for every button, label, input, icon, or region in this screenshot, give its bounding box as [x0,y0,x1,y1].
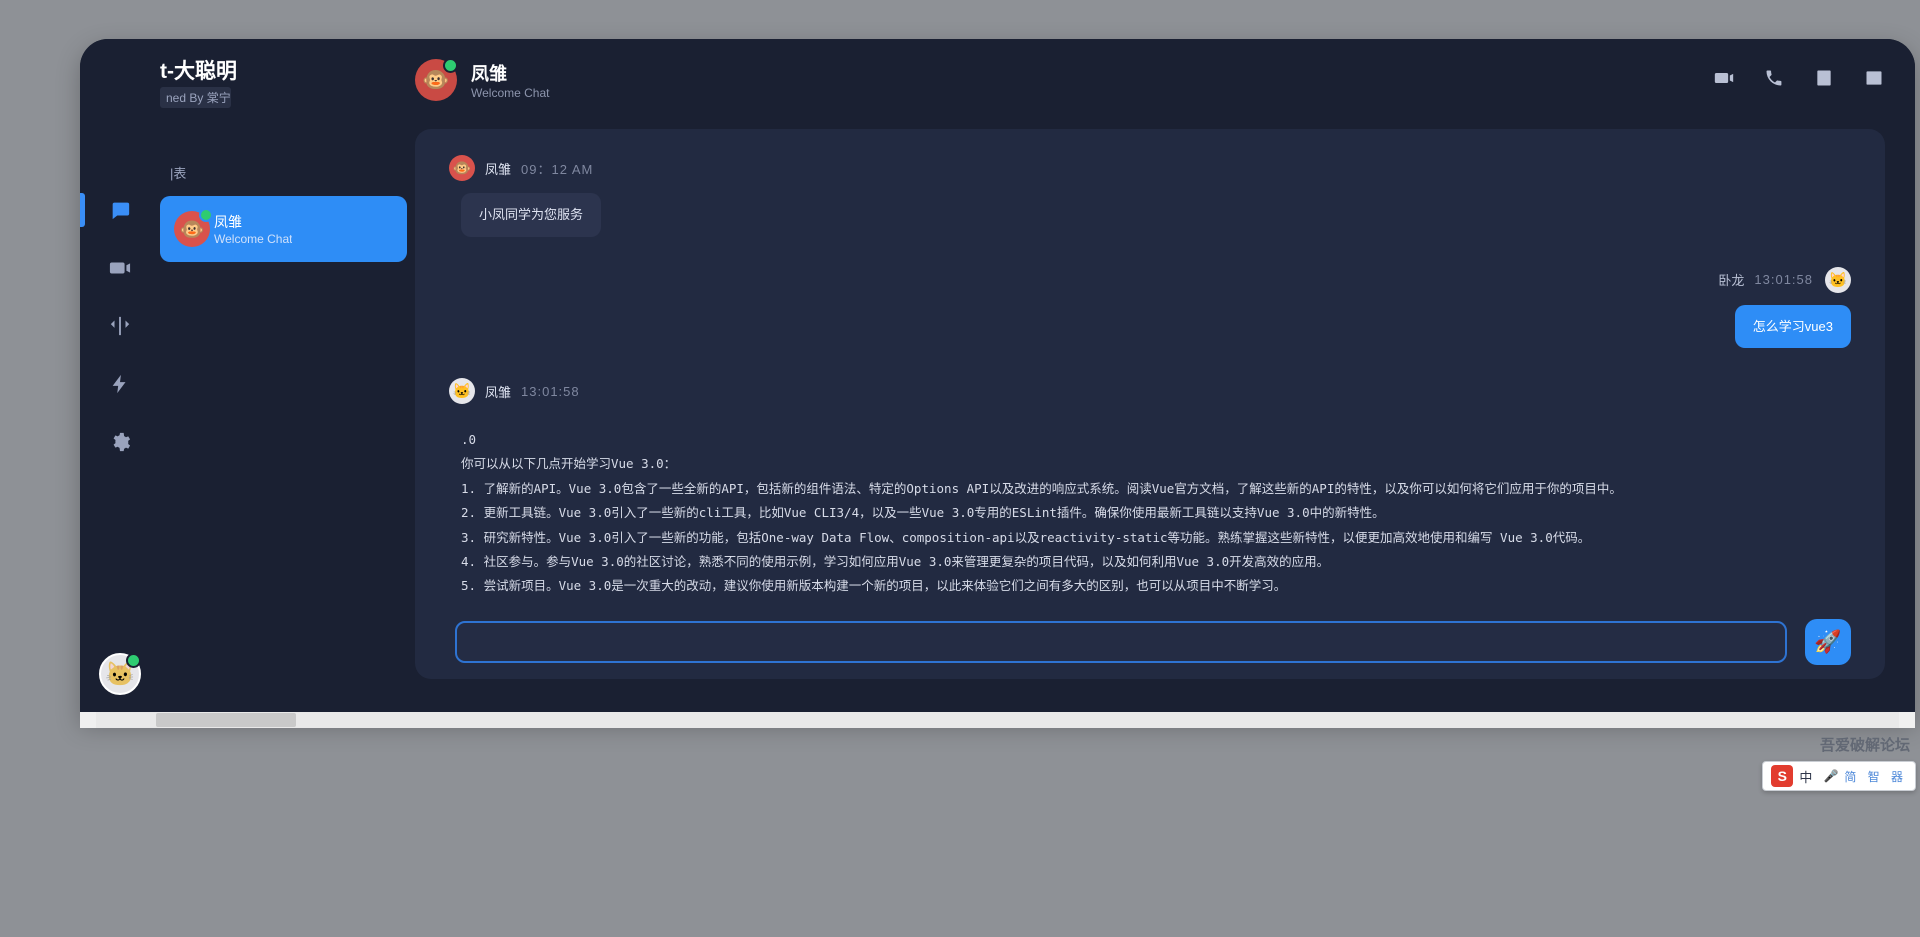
signal-icon [109,315,131,337]
video-icon [1713,68,1735,88]
message-sender: 凤雏 [485,159,511,178]
nav-chat[interactable] [80,181,160,239]
message-time: 09：12 AM [521,159,593,178]
app-badge: ned By 棠宁 [160,87,231,108]
scrollbar-thumb[interactable] [156,713,296,727]
send-button[interactable]: 🚀 [1805,619,1851,665]
chat-header-subtitle: Welcome Chat [471,86,549,100]
message-time: 13:01:58 [521,384,580,399]
header-notes-button[interactable] [1813,68,1835,93]
chat-body: 🐵 凤雏 09：12 AM 小凤同学为您服务 卧龙 13:01:58 🐱 [415,129,1885,679]
cat-icon: 🐱 [105,660,135,689]
horizontal-scrollbar[interactable] [80,712,1915,728]
ime-mic-icon[interactable]: 🎤 [1822,767,1840,785]
app-title: t-大聪明 [160,55,237,85]
message-bubble: 怎么学习vue3 [1735,305,1851,349]
nav-settings[interactable] [80,413,160,471]
message-avatar: 🐱 [449,378,475,404]
header-image-button[interactable] [1863,68,1885,93]
conversation-avatar: 🐵 [174,211,210,247]
message-avatar: 🐱 [1825,267,1851,293]
nav-bolt[interactable] [80,355,160,413]
ime-icons: 🎤 简 智 器 [1822,767,1907,785]
ime-bar[interactable]: S 中 🎤 简 智 器 [1762,761,1916,791]
app-window: t-大聪明 ned By 棠宁 🐱 [80,39,1915,719]
message-sender: 凤雏 [485,382,511,401]
image-icon [1863,68,1885,88]
message-input[interactable] [455,621,1787,663]
message-sender: 卧龙 [1718,270,1744,289]
message-header: 🐵 凤雏 09：12 AM [449,155,1851,181]
rocket-icon: 🚀 [1814,629,1841,655]
message-long-text: .0 你可以从以下几点开始学习Vue 3.0： 1. 了解新的API。Vue 3… [449,424,1851,599]
conversation-panel: |表 🐵 凤雏 Welcome Chat [160,39,407,719]
video-icon [109,257,131,279]
sidebar-narrow: t-大聪明 ned By 棠宁 🐱 [80,39,160,719]
conversation-name: 凤雏 [214,212,292,232]
notes-icon [1813,68,1835,88]
nav-video[interactable] [80,239,160,297]
conversation-item[interactable]: 🐵 凤雏 Welcome Chat [160,196,407,262]
message-avatar: 🐵 [449,155,475,181]
profile-avatar[interactable]: 🐱 [99,653,141,695]
ime-item[interactable]: 简 智 器 [1844,767,1907,785]
chat-header-name: 凤雏 [471,60,549,86]
message-time: 13:01:58 [1754,272,1813,287]
phone-icon [1763,68,1785,88]
chat-header-avatar: 🐵 [415,59,457,101]
message-header: 卧龙 13:01:58 🐱 [449,267,1851,293]
watermark: 吾爱破解论坛 [1820,734,1910,755]
bolt-icon [109,373,131,395]
header-video-button[interactable] [1713,68,1735,93]
message-header: 🐱 凤雏 13:01:58 [449,378,1851,404]
nav-signal[interactable] [80,297,160,355]
chat-icon [109,199,131,221]
chat-header: 🐵 凤雏 Welcome Chat [407,39,1915,111]
conversation-subtitle: Welcome Chat [214,232,292,246]
gear-icon [109,431,131,453]
ime-text: 中 [1799,767,1812,786]
chat-main: 🐵 凤雏 Welcome Chat 🐵 凤雏 [407,39,1915,719]
ime-logo: S [1771,765,1793,787]
composer: 🚀 [455,619,1851,665]
message-bubble: 小凤同学为您服务 [461,193,601,237]
header-phone-button[interactable] [1763,68,1785,93]
